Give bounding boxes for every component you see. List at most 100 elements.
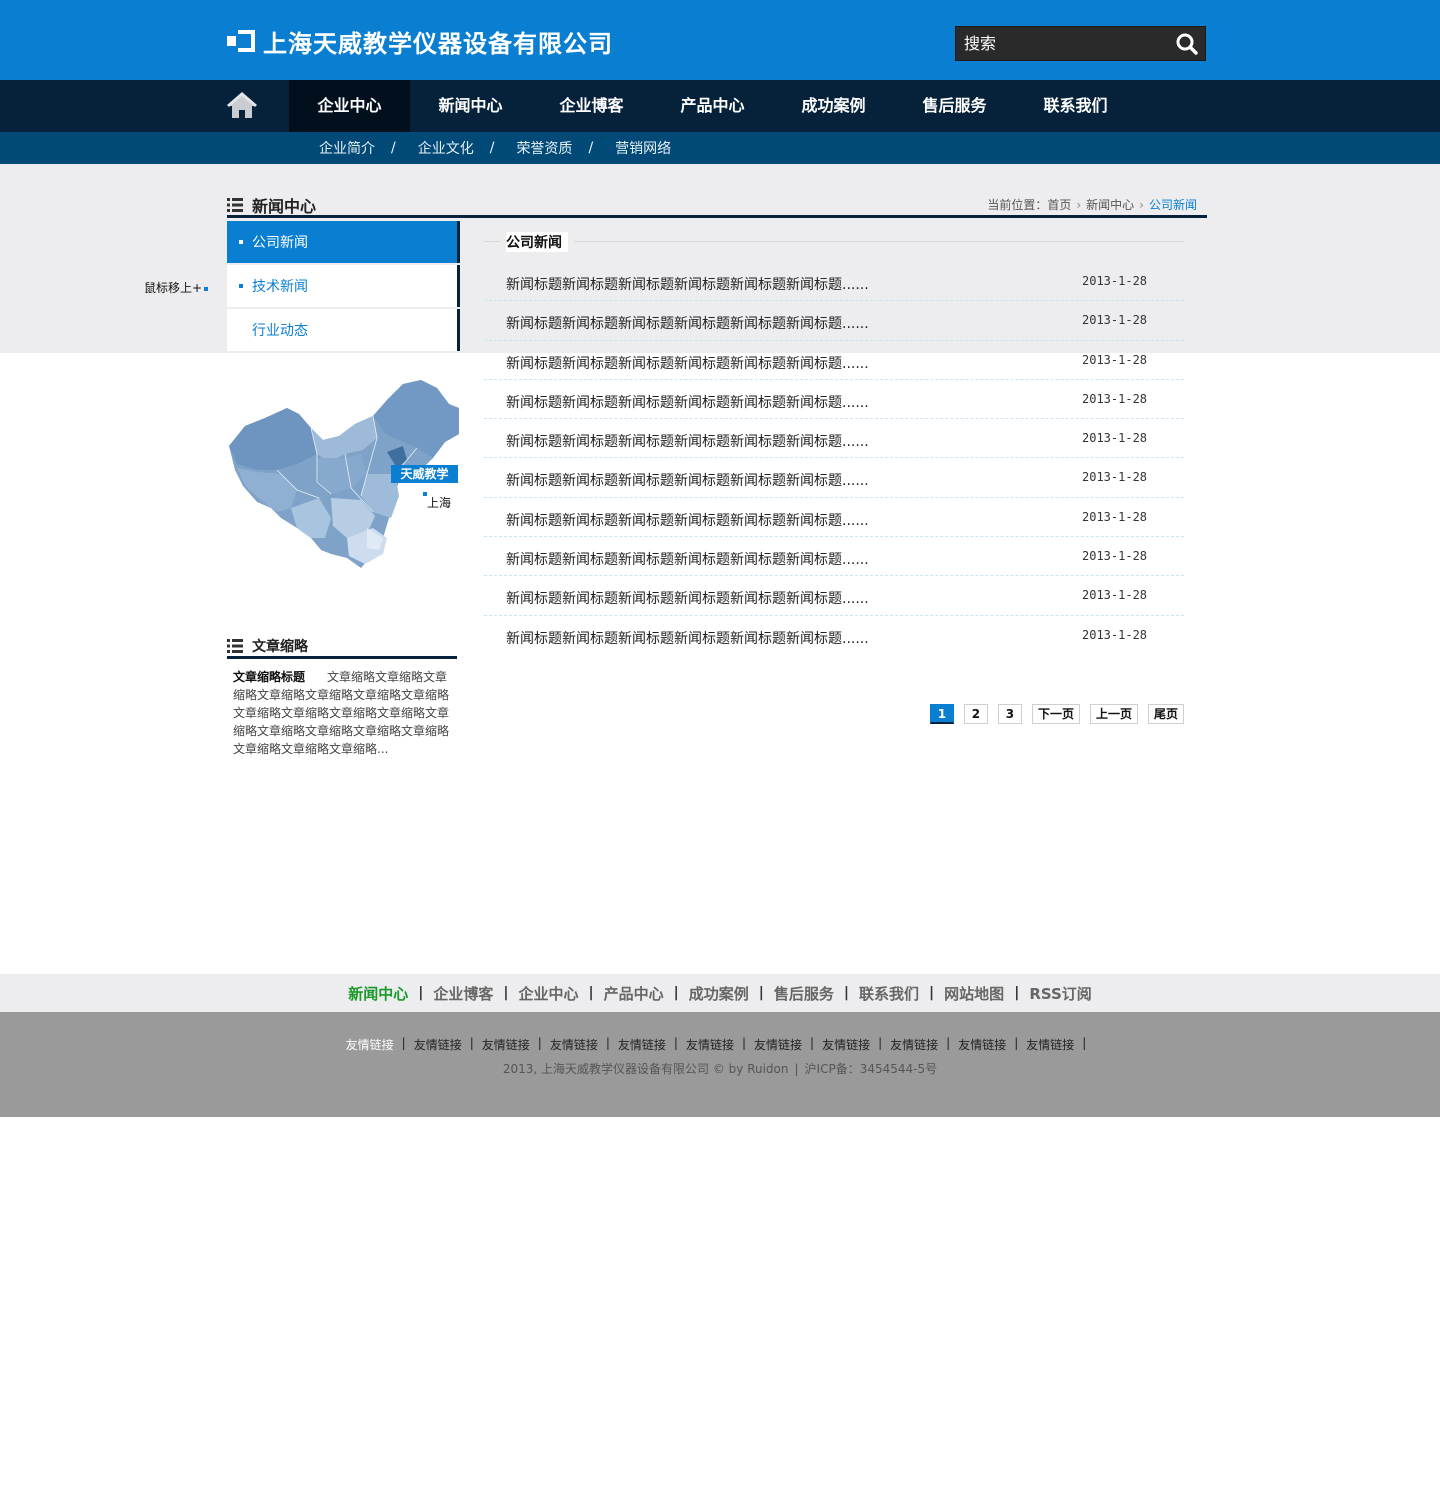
friend-link[interactable]: 友情链接	[822, 1036, 870, 1053]
home-icon[interactable]	[227, 92, 257, 120]
news-title[interactable]: 新闻标题新闻标题新闻标题新闻标题新闻标题新闻标题......	[506, 588, 869, 608]
nav-item-3[interactable]: 产品中心	[652, 80, 773, 132]
friend-link[interactable]: 友情链接	[618, 1036, 666, 1053]
icp-number: 沪ICP备：3454544-5号	[804, 1062, 938, 1076]
news-title[interactable]: 新闻标题新闻标题新闻标题新闻标题新闻标题新闻标题......	[506, 510, 869, 530]
header: 上海天威教学仪器设备有限公司	[0, 0, 1440, 80]
bullet-icon	[239, 240, 243, 244]
nav-item-5[interactable]: 售后服务	[894, 80, 1015, 132]
news-date: 2013-1-28	[1082, 549, 1148, 564]
prev-page-button[interactable]: 上一页	[1089, 704, 1138, 724]
link-separator: |	[673, 1036, 678, 1050]
footer-separator: |	[588, 985, 594, 1001]
logo[interactable]: 上海天威教学仪器设备有限公司	[227, 26, 613, 58]
sidebar-menu: 公司新闻技术新闻行业动态	[227, 221, 460, 353]
subnav-item-2[interactable]: 荣誉资质	[516, 138, 572, 158]
search-icon[interactable]	[1175, 32, 1199, 56]
search-input[interactable]	[956, 27, 1166, 60]
summary-heading-text: 文章缩略	[252, 639, 308, 655]
news-title[interactable]: 新闻标题新闻标题新闻标题新闻标题新闻标题新闻标题......	[506, 353, 869, 373]
news-row[interactable]: 新闻标题新闻标题新闻标题新闻标题新闻标题新闻标题...... 2013-1-28	[484, 419, 1184, 459]
friend-link[interactable]: 友情链接	[346, 1036, 394, 1053]
breadcrumb-prefix: 当前位置：	[987, 198, 1048, 212]
nav-item-0[interactable]: 企业中心	[289, 80, 410, 132]
news-row[interactable]: 新闻标题新闻标题新闻标题新闻标题新闻标题新闻标题...... 2013-1-28	[484, 380, 1184, 420]
copyright: 2013, 上海天威教学仪器设备有限公司 © by Ruidon | 沪ICP备：3…	[0, 1060, 1440, 1077]
news-list-header: 公司新闻	[484, 232, 1184, 252]
friend-link[interactable]: 友情链接	[754, 1036, 802, 1053]
subnav-item-3[interactable]: 营销网络	[615, 138, 671, 158]
news-row[interactable]: 新闻标题新闻标题新闻标题新闻标题新闻标题新闻标题...... 2013-1-28	[484, 576, 1184, 616]
friend-link[interactable]: 友情链接	[414, 1036, 462, 1053]
news-title[interactable]: 新闻标题新闻标题新闻标题新闻标题新闻标题新闻标题......	[506, 392, 869, 412]
link-separator: |	[537, 1036, 542, 1050]
footer-nav-item-0[interactable]: 新闻中心	[348, 983, 408, 1004]
news-row[interactable]: 新闻标题新闻标题新闻标题新闻标题新闻标题新闻标题...... 2013-1-28	[484, 301, 1184, 341]
news-title[interactable]: 新闻标题新闻标题新闻标题新闻标题新闻标题新闻标题......	[506, 431, 869, 451]
last-page-button[interactable]: 尾页	[1147, 704, 1184, 724]
footer-nav-item-4[interactable]: 成功案例	[689, 983, 749, 1004]
breadcrumb-current[interactable]: 公司新闻	[1149, 196, 1197, 213]
news-list: 新闻标题新闻标题新闻标题新闻标题新闻标题新闻标题...... 2013-1-28 新…	[484, 262, 1184, 655]
summary-title[interactable]: 文章缩略标题	[233, 670, 305, 684]
footer-nav-item-2[interactable]: 企业中心	[518, 983, 578, 1004]
footer-nav-item-5[interactable]: 售后服务	[774, 983, 834, 1004]
search-box	[955, 26, 1206, 61]
friend-link[interactable]: 友情链接	[890, 1036, 938, 1053]
summary-heading: 文章缩略	[227, 636, 308, 656]
page-3-button[interactable]: 3	[997, 704, 1022, 724]
footer-nav-item-7[interactable]: 网站地图	[944, 983, 1004, 1004]
footer-separator: |	[673, 985, 679, 1001]
footer-nav-item-6[interactable]: 联系我们	[859, 983, 919, 1004]
sidebar-item-0[interactable]: 公司新闻	[227, 221, 460, 263]
subnav-item-0[interactable]: 企业简介	[319, 138, 375, 158]
link-separator: |	[1014, 1036, 1019, 1050]
divider: |	[794, 1062, 799, 1076]
friend-link[interactable]: 友情链接	[1026, 1036, 1074, 1053]
news-row[interactable]: 新闻标题新闻标题新闻标题新闻标题新闻标题新闻标题...... 2013-1-28	[484, 458, 1184, 498]
footer-nav-item-1[interactable]: 企业博客	[433, 983, 493, 1004]
news-title[interactable]: 新闻标题新闻标题新闻标题新闻标题新闻标题新闻标题......	[506, 274, 869, 294]
friend-link[interactable]: 友情链接	[482, 1036, 530, 1053]
news-title[interactable]: 新闻标题新闻标题新闻标题新闻标题新闻标题新闻标题......	[506, 549, 869, 569]
breadcrumb-news-center[interactable]: 新闻中心	[1086, 196, 1134, 213]
sidebar-item-label: 行业动态	[252, 323, 308, 339]
sidebar-item-1[interactable]: 技术新闻	[227, 265, 460, 307]
sidebar-item-label: 公司新闻	[252, 235, 308, 251]
friend-link[interactable]: 友情链接	[550, 1036, 598, 1053]
sidebar-item-2[interactable]: 行业动态	[227, 309, 460, 351]
map-badge[interactable]: 天威教学	[391, 465, 458, 483]
page-2-button[interactable]: 2	[963, 704, 988, 724]
news-date: 2013-1-28	[1082, 627, 1148, 642]
news-row[interactable]: 新闻标题新闻标题新闻标题新闻标题新闻标题新闻标题...... 2013-1-28	[484, 341, 1184, 380]
news-date: 2013-1-28	[1082, 509, 1148, 524]
footer-nav-item-3[interactable]: 产品中心	[604, 983, 664, 1004]
map-city-label: 上海	[427, 496, 452, 510]
friend-link[interactable]: 友情链接	[686, 1036, 734, 1053]
subnav-item-1[interactable]: 企业文化	[418, 138, 474, 158]
breadcrumb-home[interactable]: 首页	[1047, 196, 1071, 213]
nav-item-6[interactable]: 联系我们	[1015, 80, 1136, 132]
page-1-button[interactable]: 1	[929, 704, 954, 724]
bullet-icon	[239, 284, 243, 288]
news-date: 2013-1-28	[1082, 588, 1148, 603]
next-page-button[interactable]: 下一页	[1031, 704, 1080, 724]
footer-nav-item-8[interactable]: RSS订阅	[1029, 983, 1091, 1004]
news-row[interactable]: 新闻标题新闻标题新闻标题新闻标题新闻标题新闻标题...... 2013-1-28	[484, 498, 1184, 538]
news-row[interactable]: 新闻标题新闻标题新闻标题新闻标题新闻标题新闻标题...... 2013-1-28	[484, 537, 1184, 577]
friend-link[interactable]: 友情链接	[958, 1036, 1006, 1053]
section-divider	[227, 215, 1207, 218]
nav-item-2[interactable]: 企业博客	[531, 80, 652, 132]
news-title[interactable]: 新闻标题新闻标题新闻标题新闻标题新闻标题新闻标题......	[506, 470, 869, 490]
news-date: 2013-1-28	[1082, 431, 1148, 446]
news-row[interactable]: 新闻标题新闻标题新闻标题新闻标题新闻标题新闻标题...... 2013-1-28	[484, 262, 1184, 302]
link-separator: |	[1082, 1036, 1087, 1050]
news-row[interactable]: 新闻标题新闻标题新闻标题新闻标题新闻标题新闻标题...... 2013-1-28	[484, 616, 1184, 655]
footer-nav: 新闻中心 | 企业博客 | 企业中心 | 产品中心 | 成功案例 | 售后服务 | 联系我们 | 网站地图 |…	[0, 974, 1440, 1012]
footer-separator: |	[758, 985, 764, 1001]
news-title[interactable]: 新闻标题新闻标题新闻标题新闻标题新闻标题新闻标题......	[506, 628, 869, 648]
news-title[interactable]: 新闻标题新闻标题新闻标题新闻标题新闻标题新闻标题......	[506, 313, 869, 333]
nav-item-1[interactable]: 新闻中心	[410, 80, 531, 132]
sidebar-item-label: 技术新闻	[252, 279, 308, 295]
nav-item-4[interactable]: 成功案例	[773, 80, 894, 132]
